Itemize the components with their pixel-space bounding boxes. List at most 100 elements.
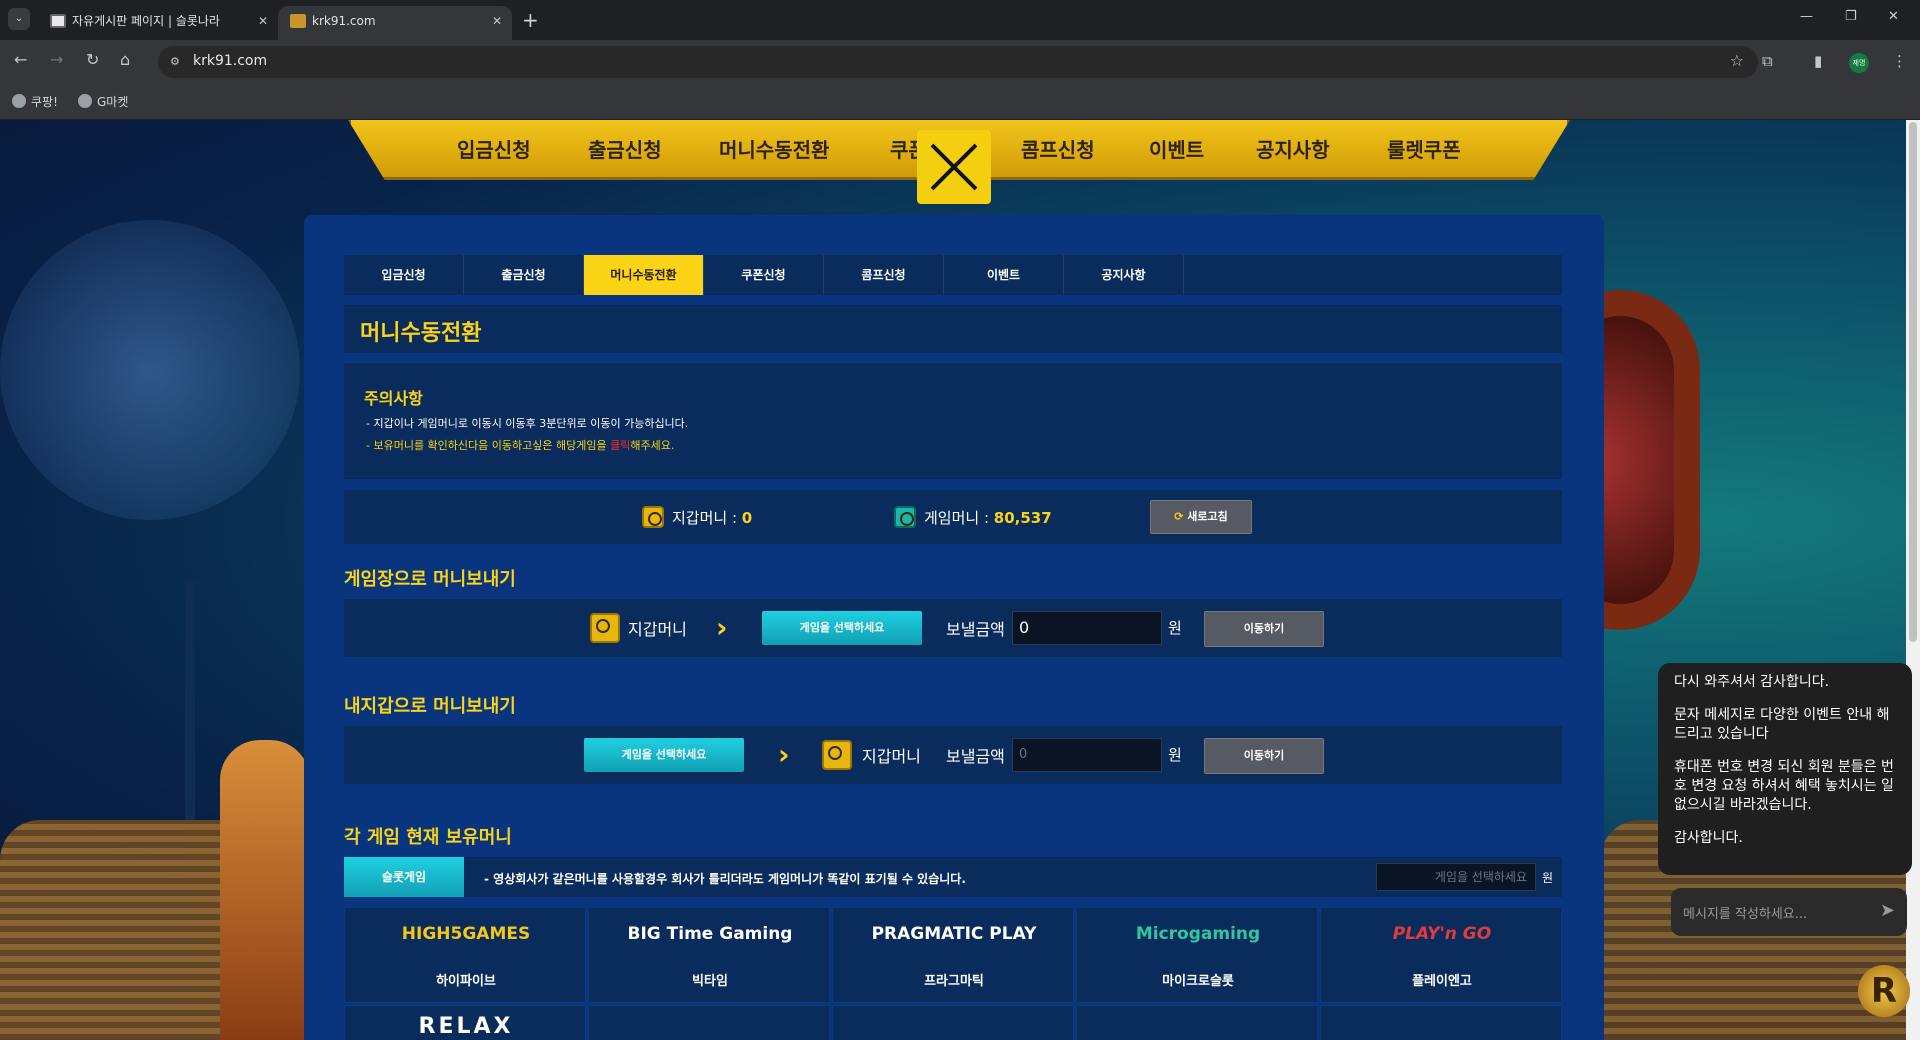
tab-search-button[interactable]: ⌄ [8,8,30,30]
currency-label: 원 [1168,619,1182,637]
forward-icon[interactable]: → [50,50,63,69]
bookmark-star-icon[interactable]: ☆ [1730,51,1744,70]
refresh-button[interactable]: ⟳ 새로고침 [1150,500,1252,534]
tab-coupon[interactable]: 쿠폰신청 [704,255,824,295]
chat-input[interactable]: 메시지를 작성하세요... ➤ [1671,888,1907,936]
tab-comp[interactable]: 콤프신청 [824,255,944,295]
tab-favicon [290,14,306,28]
scrollbar-thumb[interactable] [1909,122,1917,642]
wallet-icon [590,613,620,643]
background-glow [0,220,300,520]
sub-tab-bar: 입금신청 출금신청 머니수동전환 쿠폰신청 콤프신청 이벤트 공지사항 [344,255,1562,295]
game-money-icon [894,506,916,528]
currency-label: 원 [1168,746,1182,764]
to-wallet-row: 게임을 선택하세요 › 지갑머니 보낼금액 0 원 이동하기 [344,726,1562,784]
top-nav-event[interactable]: 이벤트 [1149,134,1204,163]
amount-input[interactable]: 0 [1012,611,1162,645]
provider-card[interactable]: PRAGMATIC PLAY 프라그마틱 [832,907,1074,1003]
bookmark-coupang[interactable]: 쿠팡! [12,93,58,110]
provider-card[interactable] [1320,1005,1562,1040]
tab-withdraw[interactable]: 출금신청 [464,255,584,295]
chat-message: 감사합니다. [1674,830,1743,846]
amount-label: 보낼금액 [946,620,1005,639]
provider-logo: PRAGMATIC PLAY [871,924,1037,944]
amount-input[interactable]: 0 [1012,738,1162,772]
wallet-label: 지갑머니 [628,620,687,639]
move-button[interactable]: 이동하기 [1204,611,1324,647]
tab-notice[interactable]: 공지사항 [1064,255,1184,295]
browser-tab-1[interactable]: 자유게시판 페이지 | 슬롯나라 ✕ [38,6,278,40]
close-icon[interactable]: ✕ [258,6,268,36]
page-scrollbar[interactable] [1906,120,1920,1040]
provider-card[interactable] [1076,1005,1318,1040]
holdings-note: - 영상회사가 같은머니를 사용할경우 회사가 틀리더라도 게임머니가 똑같이 … [484,872,966,886]
avatar[interactable]: 제명 [1849,53,1869,73]
game-select-button[interactable]: 게임을 선택하세요 [584,738,744,772]
provider-card[interactable] [588,1005,830,1040]
provider-card[interactable]: PLAY'n GO 플레이엔고 [1320,907,1562,1003]
tab-event[interactable]: 이벤트 [944,255,1064,295]
top-nav-notice[interactable]: 공지사항 [1256,134,1330,163]
page-title: 머니수동전환 [360,321,482,346]
chevron-right-icon: › [716,611,728,644]
close-popup-button[interactable] [917,130,991,204]
chevron-right-icon: › [778,738,790,771]
tab-deposit[interactable]: 입금신청 [344,255,464,295]
tab-favicon [50,14,66,28]
browser-tab-2[interactable]: krk91.com ✕ [278,6,512,40]
menu-icon[interactable]: ⋮ [1892,52,1907,70]
top-nav-comp[interactable]: 콤프신청 [1021,134,1095,163]
top-nav-withdraw[interactable]: 출금신청 [588,134,662,163]
provider-logo: Microgaming [1135,924,1261,944]
bookmark-gmarket[interactable]: G마켓 [78,93,128,110]
holdings-game-select[interactable]: 게임을 선택하세요 [1376,863,1536,891]
provider-card[interactable]: RELAX [344,1005,586,1040]
money-transfer-panel: 입금신청 출금신청 머니수동전환 쿠폰신청 콤프신청 이벤트 공지사항 머니수동… [304,215,1604,1040]
tab-title: 자유게시판 페이지 | 슬롯나라 [72,14,220,28]
minimize-icon[interactable]: — [1800,9,1813,24]
top-nav-deposit[interactable]: 입금신청 [457,134,531,163]
provider-card[interactable]: BIG Time Gaming 빅타임 [588,907,830,1003]
provider-name: 프라그마틱 [924,974,984,989]
to-game-row: 지갑머니 › 게임을 선택하세요 보낼금액 0 원 이동하기 [344,599,1562,657]
holdings-heading: 각 게임 현재 보유머니 [344,827,512,848]
chat-message-bubble: 다시 와주셔서 감사합니다. 문자 메세지로 다양한 이벤트 안내 해드리고 있… [1658,663,1912,875]
provider-card[interactable]: Microgaming 마이크로슬롯 [1076,907,1318,1003]
top-nav-money-transfer[interactable]: 머니수동전환 [719,134,829,163]
restore-icon[interactable]: ❐ [1845,9,1857,24]
back-icon[interactable]: ← [14,50,27,69]
wallet-icon [822,740,852,770]
browser-toolbar: ← → ↻ ⌂ ⚙ krk91.com ☆ ⧉ ▮ 제명 ⋮ [0,40,1920,84]
chat-message: 문자 메세지로 다양한 이벤트 안내 해드리고 있습니다 [1674,707,1890,742]
home-icon[interactable]: ⌂ [120,50,130,69]
bookmarks-bar: 쿠팡! G마켓 [0,84,1920,120]
move-button[interactable]: 이동하기 [1204,738,1324,774]
game-select-button[interactable]: 게임을 선택하세요 [762,611,922,645]
provider-logo: HIGH5GAMES [401,924,531,944]
reload-icon[interactable]: ↻ [86,50,99,69]
url-text: krk91.com [193,53,268,69]
side-panel-icon[interactable]: ▮ [1814,52,1822,70]
site-info-icon[interactable]: ⚙ [170,55,184,69]
slot-game-tab[interactable]: 슬롯게임 [344,857,464,897]
tab-money-transfer[interactable]: 머니수동전환 [584,255,704,295]
chat-message: 휴대폰 번호 변경 되신 회원 분들은 번호 변경 요청 하셔서 혜택 놓치시는… [1674,759,1894,813]
site-logo-icon[interactable]: R [1858,965,1910,1017]
send-icon[interactable]: ➤ [1880,900,1895,921]
refresh-icon: ⟳ [1174,510,1188,523]
browser-tab-strip: ⌄ 자유게시판 페이지 | 슬롯나라 ✕ krk91.com ✕ + — ❐ ✕ [0,0,1920,40]
balance-bar: 지갑머니 : 0 게임머니 : 80,537 ⟳ 새로고침 [344,490,1562,544]
provider-grid: HIGH5GAMES 하이파이브 BIG Time Gaming 빅타임 PRA… [344,907,1562,1040]
provider-logo: PLAY'n GO [1392,924,1492,944]
address-bar[interactable]: ⚙ krk91.com ☆ [158,46,1758,78]
provider-card[interactable]: HIGH5GAMES 하이파이브 [344,907,586,1003]
provider-name: 마이크로슬롯 [1162,974,1234,989]
top-nav-roulette-coupon[interactable]: 룰렛쿠폰 [1387,134,1461,163]
close-icon[interactable]: ✕ [492,6,502,36]
globe-icon [78,94,92,108]
new-tab-button[interactable]: + [522,8,539,32]
holdings-bar: 슬롯게임 - 영상회사가 같은머니를 사용할경우 회사가 틀리더라도 게임머니가… [344,857,1562,897]
window-close-icon[interactable]: ✕ [1888,9,1899,24]
extensions-icon[interactable]: ⧉ [1762,52,1773,70]
provider-card[interactable] [832,1005,1074,1040]
